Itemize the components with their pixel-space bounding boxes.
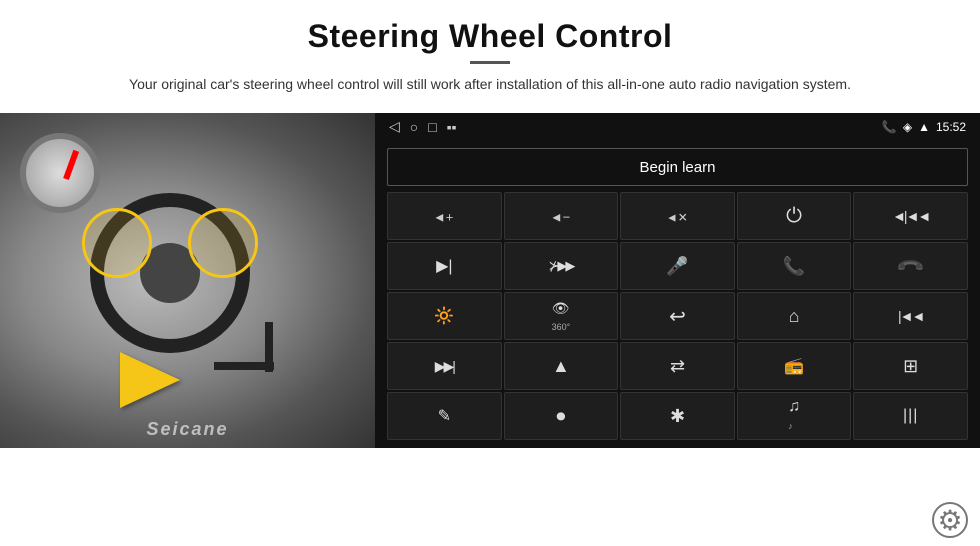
recent-nav-icon[interactable]: □ [428,119,436,135]
page-container: Steering Wheel Control Your original car… [0,0,980,546]
direction-arrow [120,352,180,408]
sw-spoke-v [265,322,273,372]
status-right: 📞 ◈ ▲ 15:52 [882,120,966,134]
vol-down-button[interactable]: ◄− [504,192,619,240]
status-bar: ◁ ○ □ ▪▪ 📞 ◈ ▲ 15:52 [375,113,980,140]
home-button[interactable]: ⌂ [737,292,852,340]
circle-button[interactable]: ⏺ [504,392,619,440]
svg-text:◄✕: ◄✕ [666,211,688,225]
gauge-left [20,133,100,213]
svg-text:◄−: ◄− [550,210,570,225]
music-button[interactable]: ♫♪ [737,392,852,440]
fast-forward-button[interactable]: ▶▶| [387,342,502,390]
title-divider [470,61,510,64]
svg-text:◄+: ◄+ [433,210,453,225]
swap-button[interactable]: ⇄ [620,342,735,390]
skip-forward-button[interactable]: ⊁▶▶ [504,242,619,290]
subtitle: Your original car's steering wheel contr… [100,74,880,95]
page-title: Steering Wheel Control [60,18,920,55]
wifi-status-icon: ◈ [903,120,912,134]
phone-hangup-button[interactable]: 📞 [853,242,968,290]
next-ch-button[interactable]: ▶| [387,242,502,290]
header-section: Steering Wheel Control Your original car… [0,0,980,103]
power-button[interactable]: ⏻ [737,192,852,240]
prev-track-button[interactable]: ◄|◄◄ [853,192,968,240]
cam-360-button[interactable]: 👁360° [504,292,619,340]
begin-learn-button[interactable]: Begin learn [387,148,968,186]
content-row: Seicane ◁ ○ □ ▪▪ 📞 ◈ ▲ 15:52 [0,113,980,448]
back-nav-icon[interactable]: ◁ [389,118,400,135]
mic-button[interactable]: 🎤 [620,242,735,290]
home-nav-icon[interactable]: ○ [410,119,418,135]
bluetooth-button[interactable]: ✱ [620,392,735,440]
vol-up-button[interactable]: ◄+ [387,192,502,240]
sliders-button[interactable]: ⊞ [853,342,968,390]
controls-grid: ◄+ ◄− ◄✕ ⏻ ◄|◄◄ ▶| ⊁▶▶ [375,192,980,448]
begin-learn-row: Begin learn [375,140,980,192]
watermark: Seicane [146,419,228,440]
phone-answer-button[interactable]: 📞 [737,242,852,290]
highlight-circle-left [82,208,152,278]
highlight-circle-right [188,208,258,278]
photo-area: Seicane [0,113,375,448]
photo-bg: Seicane [0,113,375,448]
arrow-container [120,352,180,408]
navigate-button[interactable]: ▲ [504,342,619,390]
rewind-button[interactable]: |◄◄ [853,292,968,340]
status-left: ◁ ○ □ ▪▪ [389,118,457,135]
pen-button[interactable]: ✎ [387,392,502,440]
signal-small-icon: ▪▪ [447,119,457,135]
vol-mute-button[interactable]: ◄✕ [620,192,735,240]
signal-status-icon: ▲ [918,120,930,134]
android-screen: ◁ ○ □ ▪▪ 📞 ◈ ▲ 15:52 Begin learn [375,113,980,448]
equalizer-button[interactable]: ||| [853,392,968,440]
gear-icon[interactable]: ⚙ [932,502,968,538]
brightness-button[interactable]: 🔆 [387,292,502,340]
clock: 15:52 [936,120,966,134]
radio-button[interactable]: 📻 [737,342,852,390]
settings-gear-overlay[interactable]: ⚙ [932,502,968,538]
back-button[interactable]: ↩ [620,292,735,340]
phone-status-icon: 📞 [882,120,897,134]
